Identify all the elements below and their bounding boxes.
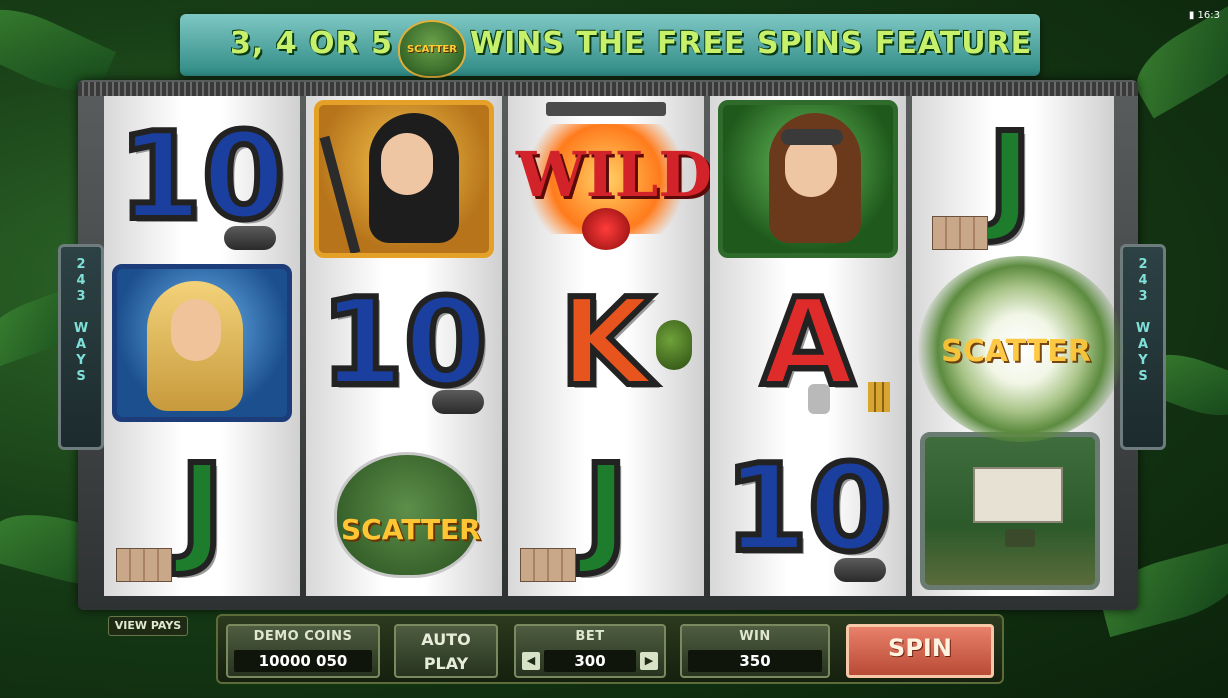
ways-label: 243 WAYS	[73, 257, 89, 385]
tnt-crate-icon	[520, 548, 576, 582]
ways-indicator-left: 243 WAYS	[58, 244, 104, 450]
scatter-badge-label: SCATTER	[407, 44, 457, 55]
symbol-ten: 10	[314, 266, 494, 424]
blonde-soldier-portrait	[112, 264, 292, 422]
dog-tag-icon	[808, 384, 830, 414]
symbol-ace: A	[718, 266, 898, 424]
battery-icon: ▮	[1188, 10, 1195, 21]
auto-play-button[interactable]: AUTO PLAY	[394, 624, 498, 678]
scatter-badge-icon: SCATTER	[398, 20, 466, 78]
win-display: WIN 350	[680, 624, 830, 678]
grenade-icon	[656, 320, 692, 370]
grenade-icon	[834, 558, 886, 582]
view-pays-button[interactable]: VIEW PAYS	[108, 616, 188, 636]
symbol-black-haired-soldier	[314, 100, 494, 258]
symbol-ten: 10	[112, 100, 292, 258]
banner-suffix: WINS THE FREE SPINS FEATURE	[470, 26, 1033, 61]
scatter-exploding-label: SCATTER	[941, 334, 1091, 369]
clock: 16:3	[1197, 10, 1220, 21]
bet-decrease-icon[interactable]: ◀	[522, 652, 540, 670]
demo-coins-display: DEMO COINS 10000 050	[226, 624, 380, 678]
bet-value: 300	[544, 650, 636, 672]
win-value: 350	[688, 650, 822, 672]
auto-play-label-2: PLAY	[423, 654, 469, 673]
symbol-goggles-soldier	[718, 100, 898, 258]
symbol-jungle-mansion	[920, 432, 1100, 590]
symbol-jack: J	[516, 432, 696, 590]
tnt-crate-icon	[116, 548, 172, 582]
symbol-jack: J	[920, 100, 1100, 258]
auto-play-label-1: AUTO	[421, 630, 471, 649]
banner-prefix: 3, 4 OR 5	[230, 26, 393, 61]
truck-icon	[1005, 529, 1035, 547]
win-label: WIN	[739, 629, 771, 644]
tnt-crate-icon	[932, 216, 988, 250]
ways-indicator-right: 243 WAYS	[1120, 244, 1166, 450]
symbol-blonde-soldier	[112, 264, 292, 422]
demo-coins-value: 10000 050	[234, 650, 372, 672]
rose-icon	[582, 208, 630, 250]
symbol-ten: 10	[718, 432, 898, 590]
mansion-shape	[973, 467, 1063, 523]
bet-label: BET	[575, 629, 605, 644]
symbol-jack: J	[112, 432, 292, 590]
symbol-wild: WILD	[516, 100, 712, 258]
spin-label: SPIN	[888, 634, 952, 662]
spin-button[interactable]: SPIN	[846, 624, 994, 678]
reel-3: WILD K J	[508, 96, 712, 596]
grenade-icon	[432, 390, 484, 414]
grenade-icon	[224, 226, 276, 250]
bet-selector: BET 300 ◀ ▶	[514, 624, 666, 678]
symbol-scatter: SCATTER	[314, 432, 494, 590]
control-bar: DEMO COINS 10000 050 AUTO PLAY BET 300 ◀…	[216, 614, 1004, 684]
goggles-soldier-portrait	[718, 100, 898, 258]
pistols-icon	[546, 102, 666, 116]
symbol-king: K	[516, 266, 696, 424]
face-shape	[381, 133, 433, 195]
reel-2: 10 SCATTER	[306, 96, 502, 596]
demo-coins-label: DEMO COINS	[253, 629, 353, 644]
scatter-label: SCATTER	[341, 513, 481, 546]
wild-label: WILD	[516, 138, 712, 211]
reel-frame-rail	[78, 82, 1138, 96]
black-haired-soldier-portrait	[314, 100, 494, 258]
rifle-icon	[319, 135, 361, 253]
jungle-mansion-picture	[920, 432, 1100, 590]
status-bar: ▮ 16:3	[1189, 10, 1220, 21]
bullets-icon	[868, 382, 890, 412]
slot-game-screen: ▮ 16:3 3, 4 OR 5 SCATTER WINS THE FREE S…	[0, 0, 1228, 698]
reel-4: A 10	[710, 96, 906, 596]
face-shape	[171, 299, 221, 361]
reel-1: 10 J	[104, 96, 300, 596]
ways-label: 243 WAYS	[1135, 257, 1151, 385]
goggles-icon	[781, 129, 843, 145]
scatter-heart-icon: SCATTER	[334, 452, 481, 578]
bet-increase-icon[interactable]: ▶	[640, 652, 658, 670]
